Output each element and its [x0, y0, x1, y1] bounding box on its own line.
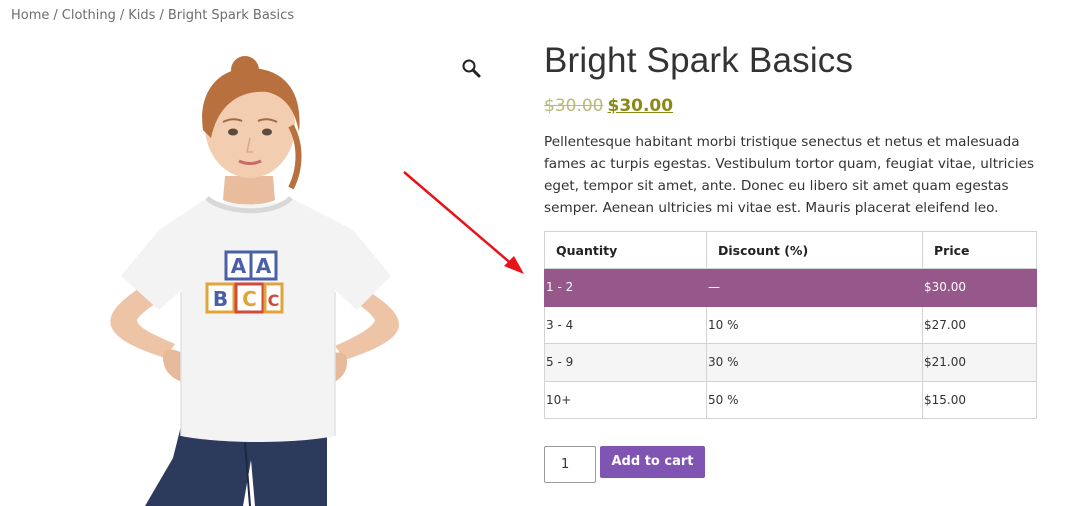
quantity-input[interactable] — [544, 446, 596, 483]
cell-quantity: 1 - 2 — [544, 268, 707, 307]
cell-price: $15.00 — [922, 380, 1037, 419]
svg-text:C: C — [242, 287, 257, 311]
cell-quantity: 5 - 9 — [544, 343, 707, 382]
breadcrumb-clothing[interactable]: Clothing — [62, 8, 116, 23]
svg-text:C: C — [268, 291, 280, 310]
add-to-cart-form: Add to cart — [544, 445, 705, 483]
table-row: 3 - 4 10 % $27.00 — [544, 305, 1037, 344]
svg-text:A: A — [256, 254, 272, 278]
cell-quantity: 10+ — [544, 380, 707, 419]
product-price: $30.00 $30.00 — [544, 94, 1038, 118]
quantity-discount-table: Quantity Discount (%) Price 1 - 2 — $30.… — [544, 231, 1037, 419]
cell-price: $21.00 — [922, 343, 1037, 382]
header-price: Price — [922, 231, 1037, 269]
cell-discount: 10 % — [706, 305, 923, 344]
header-quantity: Quantity — [544, 231, 707, 269]
product-short-description: Pellentesque habitant morbi tristique se… — [544, 134, 1035, 216]
breadcrumb-separator: / — [119, 8, 125, 23]
breadcrumb-kids[interactable]: Kids — [128, 8, 155, 23]
breadcrumb-separator: / — [53, 8, 58, 23]
cell-price: $30.00 — [922, 268, 1037, 307]
add-to-cart-button[interactable]: Add to cart — [600, 445, 705, 478]
svg-text:A: A — [231, 254, 247, 278]
table-header-row: Quantity Discount (%) Price — [544, 231, 1037, 269]
table-row: 5 - 9 30 % $21.00 — [544, 343, 1037, 382]
cell-discount: 30 % — [706, 343, 923, 382]
table-row: 1 - 2 — $30.00 — [544, 268, 1037, 307]
cell-discount: 50 % — [706, 380, 923, 419]
breadcrumb-separator: / — [159, 8, 164, 23]
annotation-arrow — [403, 171, 524, 274]
breadcrumb-home[interactable]: Home — [11, 8, 49, 23]
breadcrumb: Home / Clothing / Kids / Bright Spark Basics — [11, 8, 294, 23]
svg-text:B: B — [213, 287, 228, 311]
breadcrumb-current: Bright Spark Basics — [167, 8, 295, 23]
cell-price: $27.00 — [922, 305, 1037, 344]
product-title: Bright Spark Basics — [544, 41, 854, 80]
zoom-icon[interactable] — [461, 58, 483, 80]
cell-discount: — — [706, 268, 923, 307]
header-discount: Discount (%) — [706, 231, 923, 269]
cell-quantity: 3 - 4 — [544, 305, 707, 344]
product-summary: Bright Spark Basics $30.00 $30.00 Pellent… — [544, 38, 1038, 419]
table-row: 10+ 50 % $15.00 — [544, 380, 1037, 419]
sale-price: $30.00 — [607, 96, 674, 116]
regular-price: $30.00 — [544, 96, 604, 116]
